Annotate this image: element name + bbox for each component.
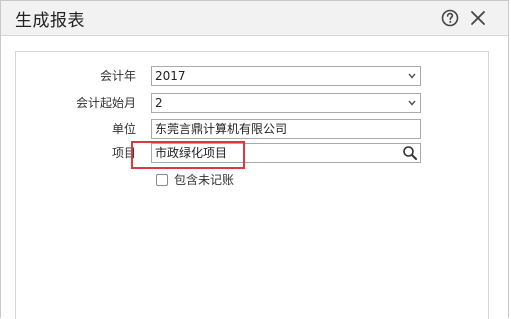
chevron-down-icon bbox=[408, 100, 416, 106]
unit-value: 东莞言鼎计算机有限公司 bbox=[155, 122, 288, 136]
start-month-select[interactable]: 2 bbox=[151, 93, 421, 113]
fiscal-year-select[interactable]: 2017 bbox=[151, 66, 421, 86]
project-input[interactable]: 市政绿化项目 bbox=[151, 143, 421, 163]
start-month-label: 会计起始月 bbox=[75, 96, 136, 110]
include-unposted-label: 包含未记账 bbox=[174, 173, 235, 187]
unit-label: 单位 bbox=[111, 122, 136, 136]
generate-report-dialog: 生成报表 会计年 2017 会计起始月 2 单位 东莞言鼎计算机有限公司 项目 … bbox=[0, 0, 509, 319]
fiscal-year-label: 会计年 bbox=[99, 69, 136, 83]
search-icon[interactable] bbox=[402, 145, 418, 161]
chevron-down-icon bbox=[408, 73, 416, 79]
project-value: 市政绿化项目 bbox=[155, 146, 228, 160]
unit-input[interactable]: 东莞言鼎计算机有限公司 bbox=[151, 119, 421, 139]
fiscal-year-value: 2017 bbox=[155, 69, 186, 83]
start-month-value: 2 bbox=[155, 96, 163, 110]
dialog-titlebar: 生成报表 bbox=[1, 1, 508, 36]
help-circle-icon[interactable] bbox=[441, 9, 459, 27]
project-label: 项目 bbox=[111, 146, 136, 160]
dialog-title: 生成报表 bbox=[15, 11, 85, 31]
form-panel: 会计年 2017 会计起始月 2 单位 东莞言鼎计算机有限公司 项目 市政绿化项… bbox=[15, 51, 489, 319]
include-unposted-checkbox[interactable] bbox=[156, 174, 168, 186]
close-icon[interactable] bbox=[469, 9, 487, 27]
